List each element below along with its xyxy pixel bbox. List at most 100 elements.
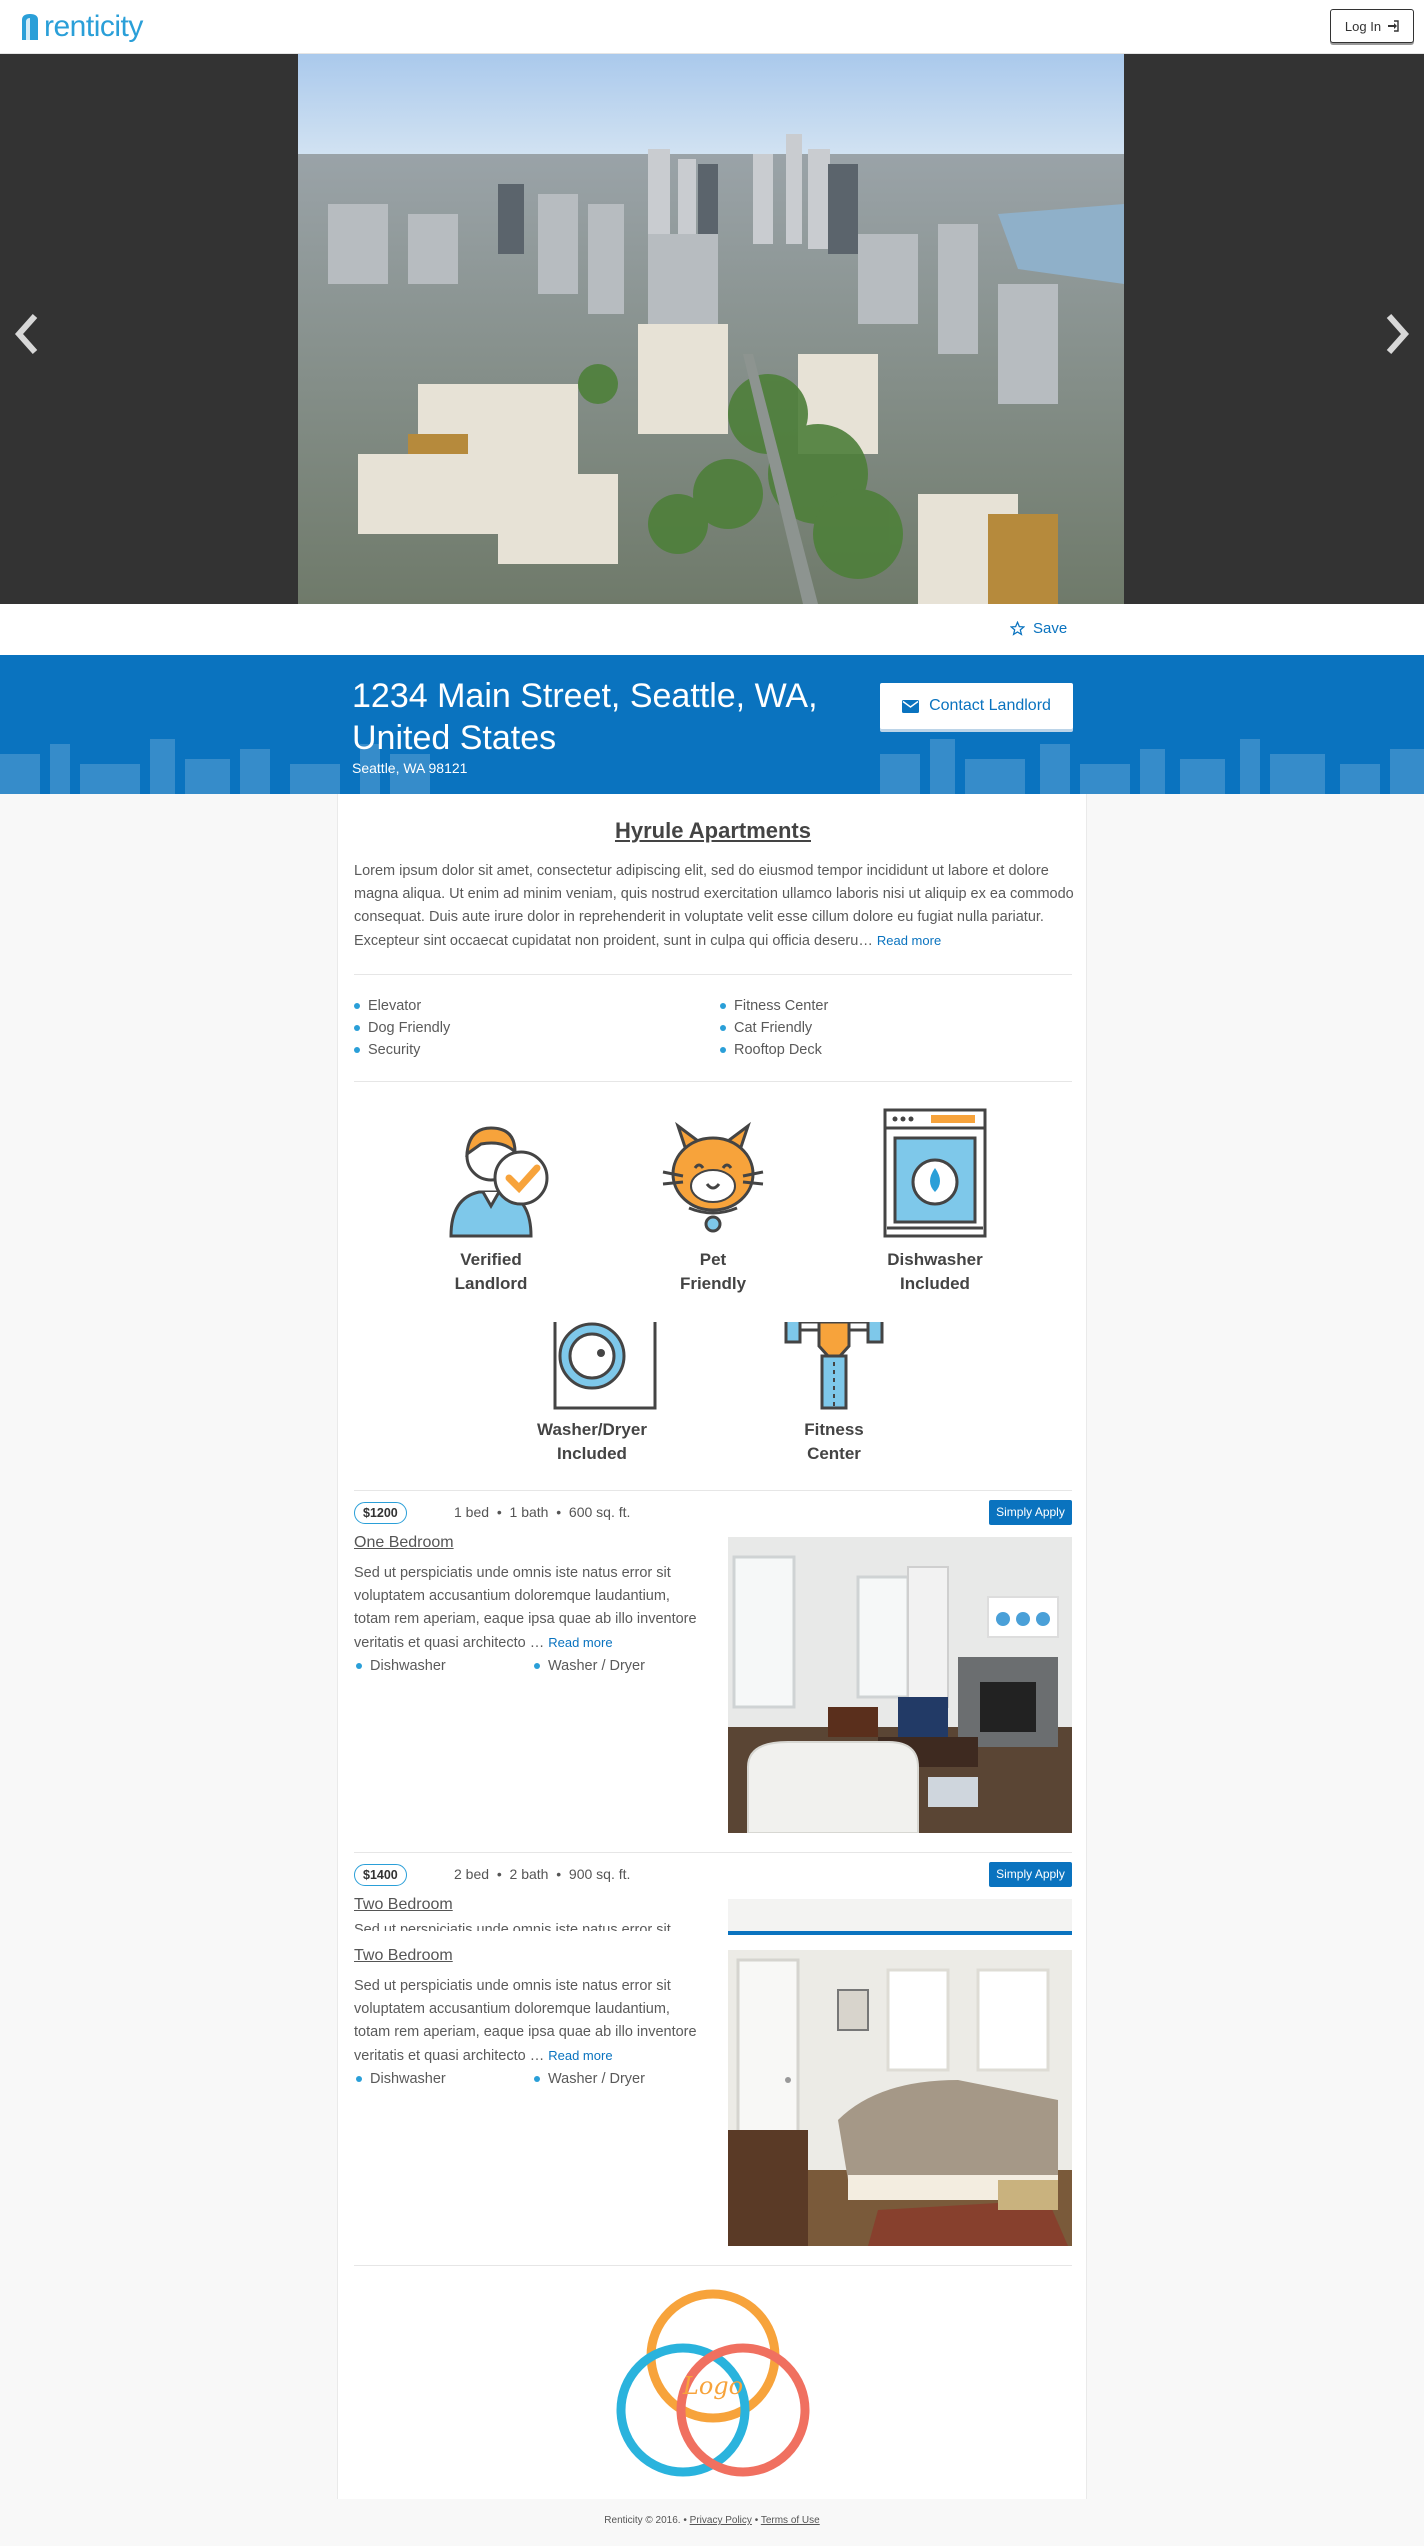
contact-landlord-button[interactable]: Contact Landlord [880, 683, 1073, 729]
feature-verified-landlord: Verified Landlord [421, 1106, 561, 1296]
unit-header: $1400 2 bed • 2 bath • 900 sq. ft. Simpl… [354, 1862, 1072, 1888]
top-navbar: renticity Log In [0, 0, 1424, 54]
feature-label: Verified Landlord [454, 1250, 528, 1293]
divider [354, 2265, 1072, 2266]
unit-meta: 1 bed • 1 bath • 600 sq. ft. [454, 1504, 631, 1520]
chevron-left-icon [14, 314, 38, 354]
price-badge: $1200 [354, 1502, 407, 1524]
carousel-prev-button[interactable] [6, 304, 46, 364]
feature-fitness-center: Fitness Center [764, 1322, 904, 1466]
feature-washer-dryer: Washer/Dryer Included [522, 1322, 662, 1466]
bullet-dot [356, 2076, 362, 2082]
unit-amenity: Washer / Dryer [534, 1658, 645, 1674]
dumbbell-icon [784, 1322, 884, 1410]
property-name: Hyrule Apartments [614, 818, 811, 843]
unit-title-link[interactable]: Two Bedroom [354, 1947, 453, 1965]
amenity-label: Security [368, 1042, 421, 1058]
bedroom-photo[interactable] [728, 1950, 1072, 2246]
save-button[interactable]: Save [1010, 620, 1067, 637]
login-button[interactable]: Log In [1330, 9, 1414, 43]
amenity-label: Fitness Center [734, 998, 829, 1014]
amenity-label: Elevator [368, 998, 422, 1014]
simply-apply-button[interactable]: Simply Apply [989, 1862, 1072, 1887]
bullet-dot [354, 1047, 360, 1053]
save-label: Save [1033, 620, 1068, 637]
living-room-photo[interactable] [728, 1537, 1072, 1833]
bullet-dot [534, 1663, 540, 1669]
amenity-item: Elevator [354, 995, 450, 1017]
feature-label: Washer/Dryer Included [537, 1420, 647, 1463]
listing-address: 1234 Main Street, Seattle, WA, United St… [352, 677, 818, 757]
listing-details-card: Hyrule Apartments Lorem ipsum dolor sit … [337, 794, 1087, 2499]
brand-logo: Logo [616, 2289, 810, 2477]
read-more-link[interactable]: Read more [548, 2048, 612, 2063]
simply-apply-button[interactable]: Simply Apply [989, 1500, 1072, 1525]
footer-separator: • [754, 2515, 759, 2526]
terms-of-use-link[interactable]: Terms of Use [761, 2515, 820, 2526]
amenity-label: Cat Friendly [734, 1020, 813, 1036]
divider [354, 1081, 1072, 1082]
amenity-item: Rooftop Deck [720, 1039, 828, 1061]
unit-description: Sed ut perspiciatis unde omnis iste natu… [354, 1565, 697, 1651]
bullet-dot [720, 1025, 726, 1031]
amenities-left-list: Elevator Dog Friendly Security [354, 995, 450, 1061]
unit-meta: 2 bed • 2 bath • 900 sq. ft. [454, 1866, 631, 1882]
footer-separator: • [683, 2515, 687, 2526]
dishwasher-icon [883, 1108, 987, 1238]
login-label: Log In [1344, 18, 1382, 34]
read-more-link[interactable]: Read more [548, 1635, 612, 1650]
divider [354, 974, 1072, 975]
page-footer: Renticity © 2016. • Privacy Policy • Ter… [0, 2515, 1424, 2526]
unit-description: Sed ut perspiciatis unde omnis iste natu… [354, 1978, 697, 2064]
logo-text: Logo [682, 2372, 743, 2400]
feature-pet-friendly: Pet Friendly [643, 1106, 783, 1296]
save-bar: Save [0, 604, 1424, 655]
read-more-link[interactable]: Read more [877, 933, 941, 948]
carousel-next-button[interactable] [1378, 304, 1418, 364]
privacy-policy-link[interactable]: Privacy Policy [690, 2515, 752, 2526]
photo-preview-strip [728, 1899, 1072, 1935]
bullet-dot [720, 1003, 726, 1009]
contact-label: Contact Landlord [929, 697, 1051, 714]
verified-landlord-icon [449, 1126, 549, 1238]
chevron-right-icon [1386, 314, 1410, 354]
photo-carousel [0, 54, 1424, 604]
sign-in-icon [1388, 20, 1399, 32]
divider [354, 1852, 1072, 1853]
price-badge: $1400 [354, 1864, 407, 1886]
amenity-item: Fitness Center [720, 995, 828, 1017]
bullet-dot [354, 1003, 360, 1009]
bullet-dot [356, 1663, 362, 1669]
divider [354, 1490, 1072, 1491]
feature-dishwasher: Dishwasher Included [865, 1106, 1005, 1296]
unit-amenity: Dishwasher [356, 2071, 446, 2087]
unit-amenity: Dishwasher [356, 1658, 446, 1674]
brand-name: renticity [44, 10, 143, 43]
unit-amenity: Washer / Dryer [534, 2071, 645, 2087]
feature-label: Dishwasher Included [887, 1250, 983, 1293]
listing-city-zip: Seattle, WA 98121 [352, 760, 468, 776]
cat-icon [662, 1121, 764, 1233]
unit-title-link[interactable]: One Bedroom [354, 1534, 454, 1552]
city-skyline-photo [298, 54, 1124, 604]
bullet-dot [534, 2076, 540, 2082]
unit-title-link[interactable]: Two Bedroom [354, 1896, 453, 1914]
bullet-dot [354, 1025, 360, 1031]
listing-header-band: 1234 Main Street, Seattle, WA, United St… [0, 655, 1424, 794]
feature-label: Fitness Center [804, 1420, 864, 1463]
door-logo-icon [22, 14, 38, 40]
star-outline-icon [1010, 621, 1025, 636]
description-text: Lorem ipsum dolor sit amet, consectetur … [354, 863, 1074, 949]
bullet-dot [720, 1047, 726, 1053]
copyright: Renticity © 2016. [604, 2515, 681, 2526]
unit-header: $1200 1 bed • 1 bath • 600 sq. ft. Simpl… [354, 1500, 1072, 1526]
feature-label: Pet Friendly [679, 1250, 747, 1293]
amenity-item: Dog Friendly [354, 1017, 450, 1039]
washer-icon [553, 1322, 657, 1410]
amenity-label: Rooftop Deck [734, 1042, 822, 1058]
amenity-item: Cat Friendly [720, 1017, 828, 1039]
amenity-label: Dog Friendly [368, 1020, 451, 1036]
envelope-icon [902, 699, 920, 713]
amenities-right-list: Fitness Center Cat Friendly Rooftop Deck [720, 995, 828, 1061]
renticity-logo[interactable]: renticity [20, 10, 143, 44]
